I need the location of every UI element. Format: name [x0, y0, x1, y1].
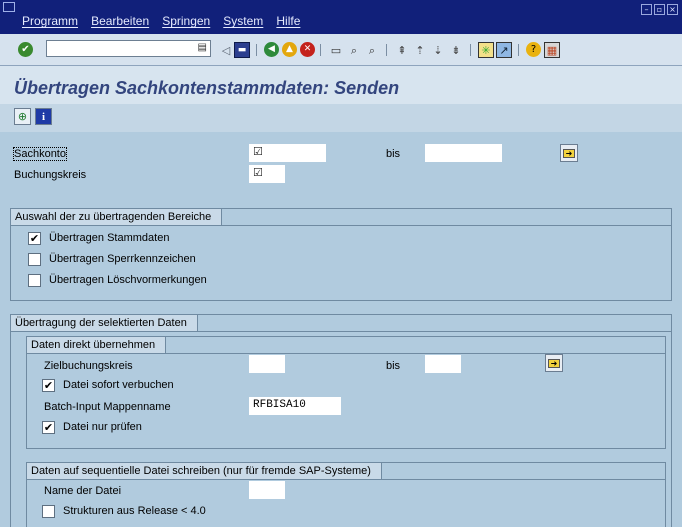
sachkonto-to-field[interactable]: [425, 144, 502, 162]
multiple-selection-button[interactable]: ➜: [560, 144, 578, 162]
bereiche-group-header: Auswahl der zu übertragenden Bereiche: [11, 209, 671, 226]
uebertragung-group-title: Übertragung der selektierten Daten: [11, 315, 198, 331]
direkt-group-title: Daten direkt übernehmen: [27, 337, 167, 353]
sequentiell-group-header: Daten auf sequentielle Datei schreiben (…: [27, 463, 665, 480]
zielbuchungskreis-label: Zielbuchungskreis: [44, 360, 133, 372]
execute-icon[interactable]: ⊕: [14, 108, 31, 125]
required-field-icon: ☑: [253, 166, 263, 179]
first-page-icon[interactable]: ⇞: [394, 42, 410, 58]
buchungskreis-field[interactable]: ☑: [249, 165, 285, 183]
info-icon[interactable]: i: [35, 108, 52, 125]
sequentiell-group: Daten auf sequentielle Datei schreiben (…: [26, 462, 666, 527]
sperrkennzeichen-label: Übertragen Sperrkennzeichen: [49, 253, 196, 265]
arrow-right-icon: ➜: [563, 148, 575, 158]
command-input[interactable]: [47, 41, 193, 55]
dropdown-icon[interactable]: ▤: [198, 42, 207, 53]
sequentiell-group-title: Daten auf sequentielle Datei schreiben (…: [27, 463, 382, 479]
enter-icon[interactable]: ✔: [18, 42, 33, 57]
menu-system[interactable]: System: [223, 14, 263, 28]
save-icon[interactable]: ▬: [234, 42, 250, 58]
strukturen-checkbox[interactable]: [42, 505, 55, 518]
loeschvormerkungen-checkbox[interactable]: [28, 274, 41, 287]
arrow-right-icon: ➜: [548, 358, 560, 368]
command-field[interactable]: ▤: [46, 40, 211, 57]
nur-pruefen-label: Datei nur prüfen: [63, 421, 142, 433]
sachkonto-label: Sachkonto: [13, 147, 67, 161]
help-icon[interactable]: ?: [526, 42, 541, 57]
menu-bar: Programm Bearbeiten Springen System Hilf…: [0, 14, 600, 34]
stammdaten-checkbox[interactable]: ✔: [28, 232, 41, 245]
system-menu-icon[interactable]: [3, 2, 15, 12]
sofort-verbuchen-label: Datei sofort verbuchen: [63, 379, 174, 391]
minimize-icon[interactable]: –: [641, 4, 652, 15]
stammdaten-label: Übertragen Stammdaten: [49, 232, 170, 244]
print-icon[interactable]: ▭: [328, 42, 344, 58]
dateiname-label: Name der Datei: [44, 485, 122, 497]
bereiche-group-title: Auswahl der zu übertragenden Bereiche: [11, 209, 223, 225]
loeschvormerkungen-label: Übertragen Löschvormerkungen: [49, 274, 207, 286]
sperrkennzeichen-checkbox[interactable]: [28, 253, 41, 266]
buchungskreis-label: Buchungskreis: [14, 169, 87, 181]
find-next-icon[interactable]: ⌕: [364, 42, 380, 58]
create-session-icon[interactable]: ✳: [478, 42, 494, 58]
sofort-verbuchen-checkbox[interactable]: ✔: [42, 379, 55, 392]
maximize-icon[interactable]: ▫: [654, 4, 665, 15]
shortcut-icon[interactable]: ↗: [496, 42, 512, 58]
back-arrow-icon[interactable]: ◁: [218, 42, 234, 58]
next-page-icon[interactable]: ⇣: [430, 42, 446, 58]
page-title: Übertragen Sachkontenstammdaten: Senden: [14, 78, 400, 98]
application-toolbar: [0, 104, 682, 132]
menu-bearbeiten[interactable]: Bearbeiten: [91, 14, 149, 28]
toolbar-separator: [386, 44, 387, 56]
last-page-icon[interactable]: ⇟: [448, 42, 464, 58]
bis-label: bis: [386, 148, 401, 160]
toolbar-separator: [470, 44, 471, 56]
cancel-icon[interactable]: ✕: [300, 42, 315, 57]
menu-programm[interactable]: Programm: [22, 14, 78, 28]
dateiname-field[interactable]: [249, 481, 285, 499]
sachkonto-from-field[interactable]: ☑: [249, 144, 326, 162]
find-icon[interactable]: ⌕: [346, 42, 362, 58]
nur-pruefen-checkbox[interactable]: ✔: [42, 421, 55, 434]
mappenname-label: Batch-Input Mappenname: [44, 401, 171, 413]
mappenname-field[interactable]: RFBISA10: [249, 397, 341, 415]
toolbar-separator: [320, 44, 321, 56]
menu-hilfe[interactable]: Hilfe: [276, 14, 300, 28]
toolbar-separator: [518, 44, 519, 56]
close-icon[interactable]: ×: [667, 4, 678, 15]
ziel-bis-label: bis: [386, 360, 401, 372]
layout-menu-icon[interactable]: ▦: [544, 42, 560, 58]
back-icon[interactable]: ◀: [264, 42, 279, 57]
previous-page-icon[interactable]: ⇡: [412, 42, 428, 58]
direkt-group-header: Daten direkt übernehmen: [27, 337, 665, 354]
zielbuchungskreis-to-field[interactable]: [425, 355, 461, 373]
required-field-icon: ☑: [253, 145, 263, 158]
toolbar-separator: [256, 44, 257, 56]
uebertragung-group-header: Übertragung der selektierten Daten: [11, 315, 671, 332]
menu-springen[interactable]: Springen: [162, 14, 210, 28]
strukturen-label: Strukturen aus Release < 4.0: [63, 505, 206, 517]
exit-icon[interactable]: ▲: [282, 42, 297, 57]
zielbuchungskreis-from-field[interactable]: [249, 355, 285, 373]
ziel-multiple-selection-button[interactable]: ➜: [545, 354, 563, 372]
